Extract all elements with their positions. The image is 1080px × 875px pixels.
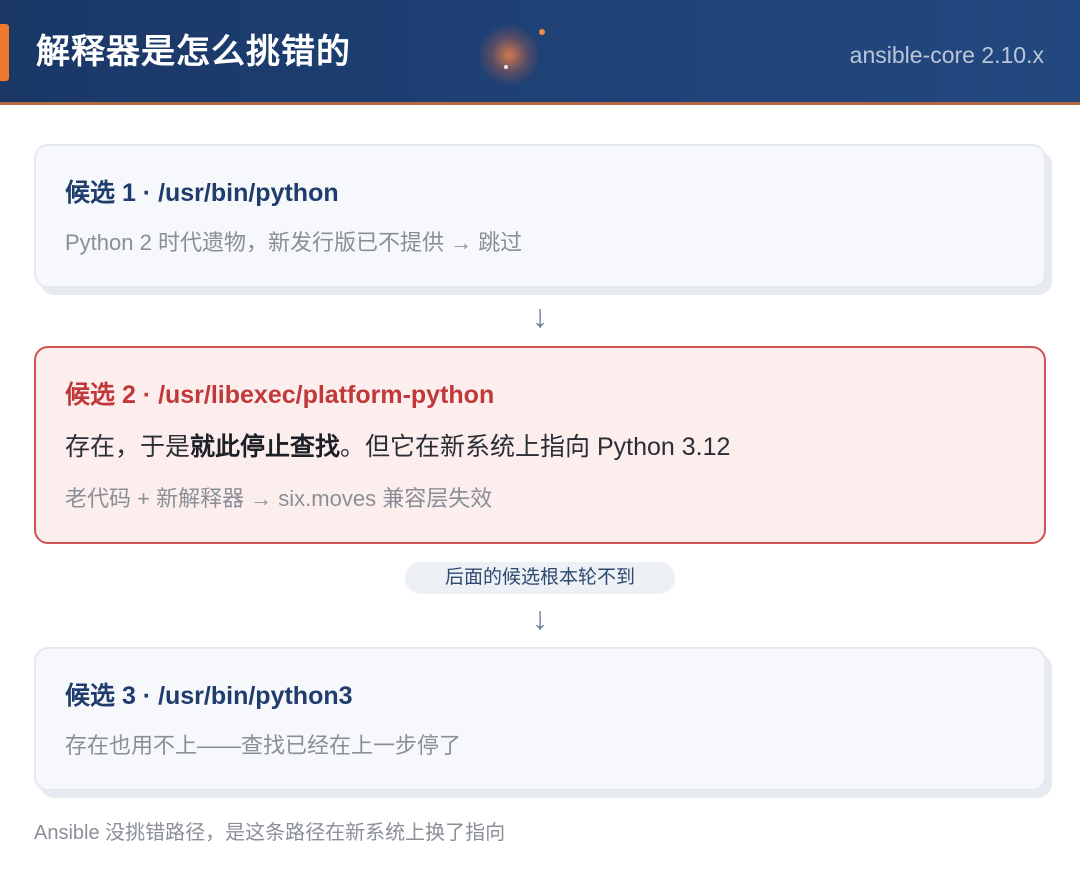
header-banner: 解释器是怎么挑错的 ansible-core 2.10.x [0, 0, 1080, 105]
candidate-card-1: 候选 1 · /usr/bin/python Python 2 时代遗物，新发行… [34, 144, 1046, 288]
candidate-card-2-highlighted: 候选 2 · /usr/libexec/platform-python 存在，于… [34, 346, 1046, 544]
decorative-dot [504, 65, 508, 69]
page-title: 解释器是怎么挑错的 [36, 33, 351, 71]
main-text-prefix: 存在，于是 [65, 433, 191, 461]
decorative-glow [478, 24, 540, 86]
candidate-main-text: 存在，于是就此停止查找。但它在新系统上指向 Python 3.12 [65, 430, 730, 464]
skip-notice-pill: 后面的候选根本轮不到 [405, 562, 675, 594]
candidate-note: 存在也用不上——查找已经在上一步停了 [65, 733, 462, 758]
candidate-note: 老代码 + 新解释器 → six.moves 兼容层失效 [65, 486, 493, 511]
down-arrow-icon: ↓ [532, 298, 548, 334]
candidate-note: Python 2 时代遗物，新发行版已不提供 → 跳过 [65, 230, 523, 255]
candidate-card-3: 候选 3 · /usr/bin/python3 存在也用不上——查找已经在上一步… [34, 647, 1046, 791]
version-label: ansible-core 2.10.x [849, 42, 1044, 68]
candidate-title: 候选 1 · /usr/bin/python [65, 179, 339, 207]
main-text-emphasis: 就此停止查找 [190, 433, 341, 461]
footer-caption: Ansible 没挑错路径，是这条路径在新系统上换了指向 [34, 822, 506, 844]
main-text-suffix: 。但它在新系统上指向 Python 3.12 [340, 433, 731, 461]
decorative-dot [539, 29, 545, 35]
down-arrow-icon: ↓ [532, 600, 548, 636]
candidate-title: 候选 2 · /usr/libexec/platform-python [65, 381, 495, 409]
candidate-title: 候选 3 · /usr/bin/python3 [65, 682, 353, 710]
header-accent-bar [0, 24, 9, 81]
